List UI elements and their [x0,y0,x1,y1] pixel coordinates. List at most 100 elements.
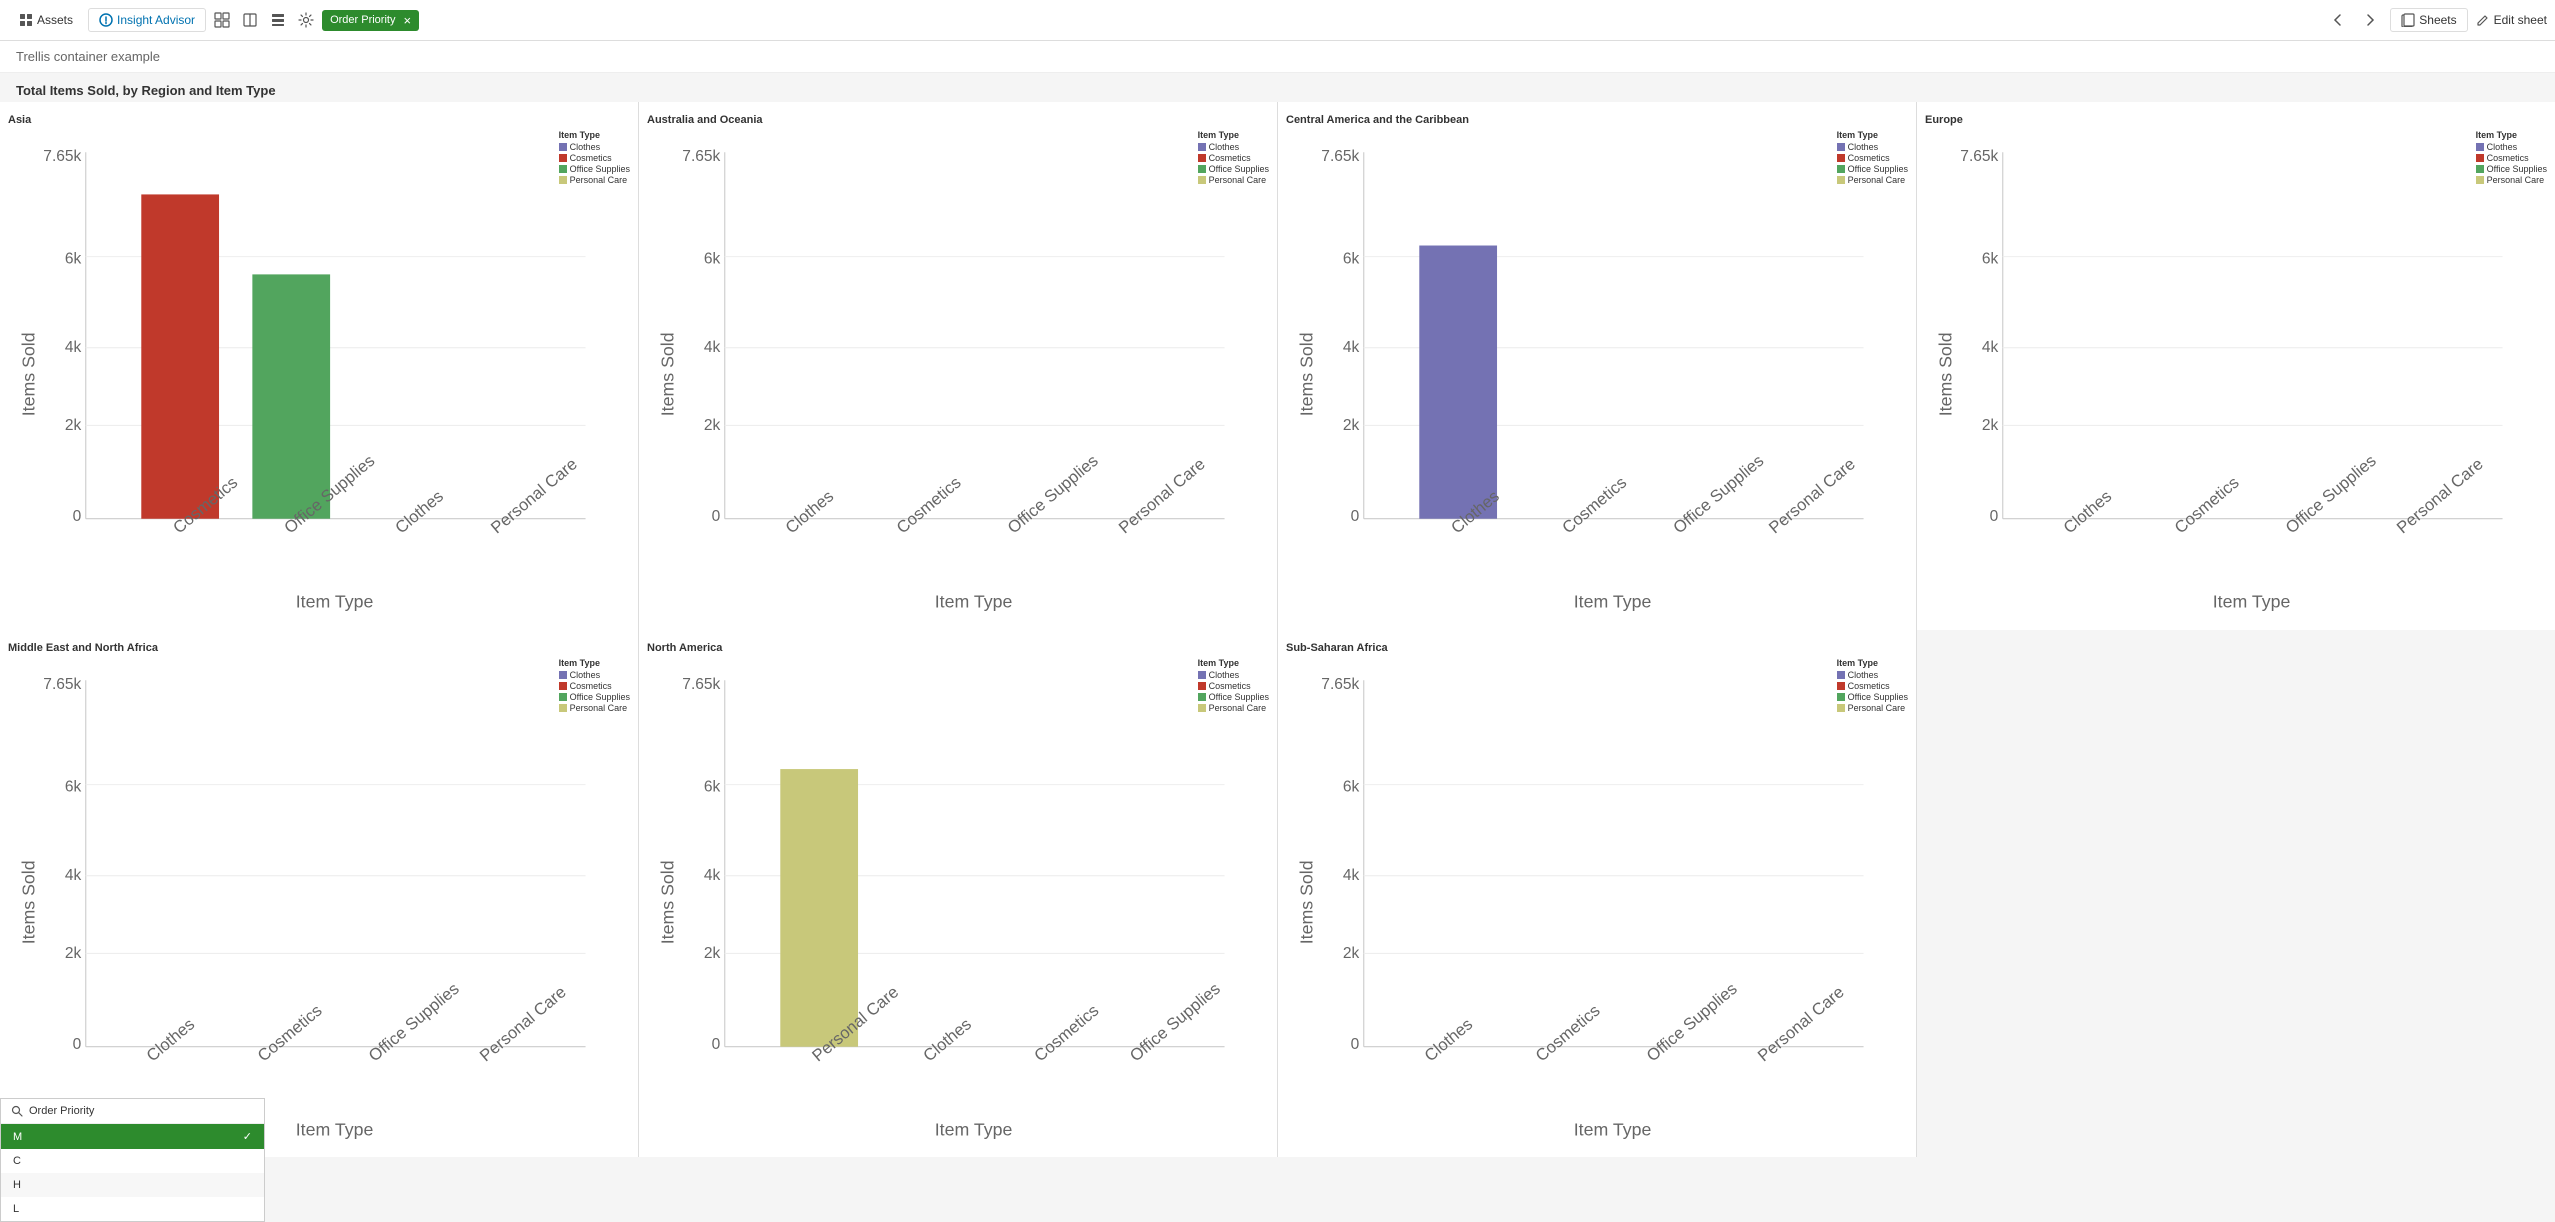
svg-text:Item Type: Item Type [296,592,374,612]
legend-asia: Item Type Clothes Cosmetics Office Suppl… [559,130,630,186]
svg-text:6k: 6k [1982,250,1999,267]
svg-text:Clothes: Clothes [1421,1014,1476,1065]
settings-button[interactable] [294,8,318,32]
analyze-icon [242,12,258,28]
chart-title-europe: Europe [1925,114,2547,126]
legend-item-au-office: Office Supplies [1198,164,1269,174]
dropdown-item-l[interactable]: L [1,1197,264,1221]
cosmetics-swatch [559,154,567,162]
chart-cell-empty [1917,630,2555,1158]
svg-text:Item Type: Item Type [2213,592,2291,612]
chart-cell-europe: Europe Item Type Clothes Cosmetics Offic… [1917,102,2555,630]
bar-cosmetics[interactable] [141,194,219,518]
chart-title-ssa: Sub-Saharan Africa [1286,642,1908,654]
legend-clothes-label: Clothes [570,142,601,152]
legend-eu-personal: Personal Care [2476,175,2547,185]
svg-text:Clothes: Clothes [919,1014,974,1065]
edit-icon [2476,13,2490,27]
svg-text:6k: 6k [704,250,721,267]
chart-cell-asia: Asia Item Type Clothes Cosmetics Office … [0,102,638,630]
insight-advisor-button[interactable]: Insight Advisor [88,8,206,32]
svg-text:4k: 4k [65,867,82,884]
topbar-left: Assets Insight Advisor [8,8,2322,32]
grid-view-button[interactable] [210,8,234,32]
edit-sheet-button[interactable]: Edit sheet [2476,13,2547,27]
trellis-row-1: Asia Item Type Clothes Cosmetics Office … [0,102,2555,630]
svg-text:Office Supplies: Office Supplies [1126,979,1224,1065]
svg-text:7.65k: 7.65k [43,676,81,693]
chart-svg-europe: Items Sold 7.65k 6k 4k 2k 0 Clothes Cosm… [1925,130,2547,619]
svg-text:0: 0 [1351,508,1360,525]
bar-office[interactable] [252,274,330,518]
eu-personal-swatch [2476,176,2484,184]
legend-ca-office: Office Supplies [1837,164,1908,174]
main-area: Total Items Sold, by Region and Item Typ… [0,73,2555,1188]
legend-ssa-personal: Personal Care [1837,703,1908,713]
insight-label: Insight Advisor [117,13,195,27]
svg-text:Items Sold: Items Sold [1297,860,1317,944]
legend-office-label: Office Supplies [570,164,630,174]
legend-central: Item Type Clothes Cosmetics Office Suppl… [1837,130,1908,186]
svg-text:Items Sold: Items Sold [1936,332,1956,416]
topbar-right: Sheets Edit sheet [2326,8,2547,32]
bar-ca-clothes[interactable] [1419,246,1497,519]
svg-text:6k: 6k [1343,778,1360,795]
svg-text:2k: 2k [704,417,721,434]
svg-text:7.65k: 7.65k [43,148,81,165]
svg-text:6k: 6k [65,778,82,795]
nav-back-button[interactable] [2326,8,2350,32]
ca-office-swatch [1837,165,1845,173]
legend-na-clothes: Clothes [1198,670,1269,680]
au-clothes-swatch [1198,143,1206,151]
svg-text:Personal Care: Personal Care [1115,454,1209,537]
svg-text:2k: 2k [65,945,82,962]
edit-sheet-label: Edit sheet [2494,13,2547,27]
chart-cell-central: Central America and the Caribbean Item T… [1278,102,1916,630]
svg-text:4k: 4k [1982,339,1999,356]
assets-button[interactable]: Assets [8,8,84,32]
eu-cosmetics-swatch [2476,154,2484,162]
legend-title-me: Item Type [559,658,630,668]
layout-button[interactable] [266,8,290,32]
legend-europe: Item Type Clothes Cosmetics Office Suppl… [2476,130,2547,186]
svg-text:Cosmetics: Cosmetics [1558,473,1630,538]
sheets-button[interactable]: Sheets [2390,8,2467,32]
svg-text:Item Type: Item Type [1574,1119,1652,1139]
svg-text:Cosmetics: Cosmetics [2171,473,2243,538]
svg-text:7.65k: 7.65k [1321,676,1359,693]
dropdown-item-h[interactable]: H [1,1173,264,1197]
dropdown-item-m[interactable]: M ✓ [1,1124,264,1149]
order-priority-dropdown: Order Priority M ✓ C H L [0,1098,265,1222]
analyze-button[interactable] [238,8,262,32]
svg-text:4k: 4k [704,339,721,356]
svg-text:0: 0 [1990,508,1999,525]
legend-me-office: Office Supplies [559,692,630,702]
svg-text:Cosmetics: Cosmetics [1532,1001,1604,1066]
search-icon [11,1105,23,1117]
legend-title-asia: Item Type [559,130,630,140]
chart-title-me: Middle East and North Africa [8,642,630,654]
dropdown-item-c-label: C [13,1155,21,1167]
trellis-row-2: Middle East and North Africa Item Type C… [0,630,2555,1158]
chart-cell-australia: Australia and Oceania Item Type Clothes … [639,102,1277,630]
legend-title-ssa: Item Type [1837,658,1908,668]
clothes-swatch [559,143,567,151]
page-title: Trellis container example [16,49,160,64]
bar-na-personal[interactable] [780,769,858,1047]
chart-svg-ssa: Items Sold 7.65k 6k 4k 2k 0 Clothes Cosm… [1286,658,1908,1147]
legend-ssa: Item Type Clothes Cosmetics Office Suppl… [1837,658,1908,714]
svg-text:Clothes: Clothes [143,1014,198,1065]
svg-text:Items Sold: Items Sold [658,860,678,944]
svg-text:6k: 6k [1343,250,1360,267]
order-priority-chip[interactable]: Order Priority × [322,10,419,31]
svg-text:Item Type: Item Type [935,1119,1013,1139]
legend-item-cosmetics: Cosmetics [559,153,630,163]
svg-text:Office Supplies: Office Supplies [1670,451,1768,537]
nav-forward-button[interactable] [2358,8,2382,32]
legend-ssa-cosmetics: Cosmetics [1837,681,1908,691]
svg-text:7.65k: 7.65k [1321,148,1359,165]
grid-icon [214,12,230,28]
dropdown-item-c[interactable]: C [1,1149,264,1173]
personal-swatch [559,176,567,184]
chip-close-icon[interactable]: × [403,13,411,28]
